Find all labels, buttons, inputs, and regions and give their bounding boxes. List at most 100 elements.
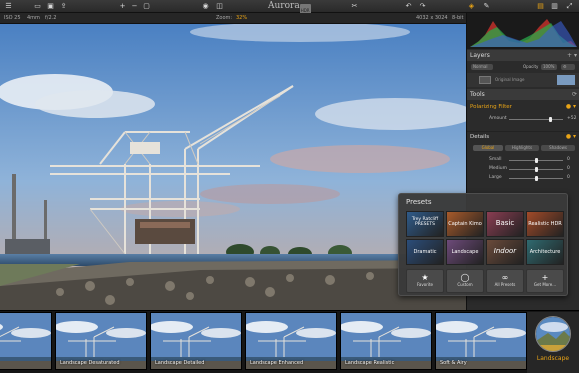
- opacity-label: Opacity: [523, 64, 539, 69]
- top-toolbar: ☰ ▭ ▣ ⇪ + − ▢ ◉ ◫ AuroraHDR ✂ ↶ ↷ ◈ ✎ ▤ …: [0, 0, 579, 17]
- preset-tile-label: Indoor: [493, 247, 517, 255]
- iso-value: ISO 25: [4, 15, 21, 21]
- small-value: 0: [567, 157, 570, 162]
- category-all-presets[interactable]: ∞ All Presets: [486, 269, 524, 293]
- thumb-label: Landscape Enhanced: [250, 360, 304, 366]
- circle-icon: ◯: [460, 273, 470, 282]
- thumb-image: [0, 313, 51, 369]
- category-thumbnail: [535, 316, 571, 352]
- fullscreen-icon[interactable]: ⤢: [565, 2, 574, 11]
- preset-tile-indoor[interactable]: Indoor: [486, 239, 524, 265]
- compare-icon[interactable]: ◫: [215, 2, 224, 11]
- preset-tile-architecture[interactable]: Architecture: [526, 239, 564, 265]
- redo-icon[interactable]: ↷: [418, 2, 427, 11]
- preset-tile-label: Captain Kimo: [448, 221, 482, 227]
- large-slider-knob[interactable]: [535, 176, 538, 181]
- tab-global[interactable]: Global: [473, 145, 503, 151]
- panel-split-icon[interactable]: ▥: [550, 2, 559, 11]
- presets-title: Presets: [406, 198, 432, 206]
- layer-item[interactable]: Original Image: [467, 73, 579, 87]
- filmstrip-thumb[interactable]: Landscape Desaturated: [55, 312, 147, 370]
- category-get-more[interactable]: + Get More...: [526, 269, 564, 293]
- preset-tile-trey-ratcliff[interactable]: Trey Ratcliff PRESETS: [406, 211, 444, 237]
- presets-popup: Presets Trey Ratcliff PRESETS Captain Ki…: [398, 193, 568, 296]
- details-toggle-icon[interactable]: ● ▾: [566, 133, 576, 140]
- brush-icon[interactable]: ✎: [482, 2, 491, 11]
- image-canvas[interactable]: [0, 24, 466, 310]
- layer-thumbnail: [557, 75, 575, 85]
- landscape-thumb-image: [536, 317, 570, 351]
- filter-toggle-icon[interactable]: ● ▾: [566, 103, 576, 110]
- small-slider-knob[interactable]: [535, 158, 538, 163]
- layers-header[interactable]: Layers + ▾: [467, 50, 579, 61]
- thumb-label: Landscape Desaturated: [60, 360, 120, 366]
- app-title: AuroraHDR: [268, 0, 312, 17]
- category-label: Custom: [457, 282, 473, 287]
- bit-depth: 8-bit: [452, 15, 464, 21]
- opacity-value[interactable]: 100%: [541, 64, 557, 70]
- harbor-crane-photo: [0, 24, 466, 310]
- amount-row: Amount +52: [467, 115, 579, 123]
- polarizing-filter-header[interactable]: Polarizing Filter ● ▾: [467, 103, 579, 113]
- large-value: 0: [567, 175, 570, 180]
- layers-icon[interactable]: ◈: [467, 2, 476, 11]
- preset-tile-dramatic[interactable]: Dramatic: [406, 239, 444, 265]
- fit-icon[interactable]: ▢: [142, 2, 151, 11]
- amount-slider-track[interactable]: [509, 119, 563, 120]
- filmstrip-thumb[interactable]: Landscape Detailed: [150, 312, 242, 370]
- preset-tile-label: Trey Ratcliff PRESETS: [411, 217, 439, 227]
- detail-small-row: Small 0: [467, 156, 579, 164]
- blend-mode-select[interactable]: Normal: [471, 64, 493, 70]
- tab-highlights[interactable]: Highlights: [505, 145, 539, 151]
- zoom-out-icon[interactable]: −: [130, 2, 139, 11]
- crop-icon[interactable]: ✂: [350, 2, 359, 11]
- preset-tile-realistic-hdr[interactable]: Realistic HDR: [526, 211, 564, 237]
- category-label: All Presets: [494, 282, 516, 287]
- tools-header[interactable]: Tools ⟳: [467, 89, 579, 100]
- category-label: Landscape: [536, 355, 570, 362]
- layer-name: Original Image: [495, 77, 525, 82]
- layer-controls: Normal Opacity 100% ⚙: [467, 62, 579, 72]
- infinity-icon: ∞: [501, 273, 509, 282]
- undo-icon[interactable]: ↶: [404, 2, 413, 11]
- preset-category-button[interactable]: Landscape: [527, 312, 579, 373]
- amount-slider-knob[interactable]: [549, 117, 553, 122]
- detail-medium-row: Medium 0: [467, 165, 579, 173]
- category-custom[interactable]: ◯ Custom: [446, 269, 484, 293]
- folder-open-icon[interactable]: ▭: [33, 2, 42, 11]
- focal-length-value: 4mm: [27, 15, 40, 21]
- filmstrip-thumb[interactable]: [0, 312, 52, 370]
- filmstrip-thumb[interactable]: Landscape Enhanced: [245, 312, 337, 370]
- details-header[interactable]: Details ● ▾: [467, 131, 579, 141]
- preset-tile-label: Architecture: [529, 249, 561, 255]
- category-favorite[interactable]: ★ Favorite: [406, 269, 444, 293]
- share-icon[interactable]: ⇪: [59, 2, 68, 11]
- tab-shadows[interactable]: Shadows: [541, 145, 575, 151]
- preset-tile-captain-kimo[interactable]: Captain Kimo: [446, 211, 484, 237]
- category-label: Favorite: [417, 282, 433, 287]
- histogram: [467, 13, 579, 49]
- reset-tools-icon[interactable]: ⟳: [572, 89, 577, 100]
- layers-title: Layers: [470, 52, 490, 59]
- filmstrip-thumb[interactable]: Soft & Airy: [435, 312, 527, 370]
- eye-icon[interactable]: ◉: [201, 2, 210, 11]
- medium-slider-knob[interactable]: [535, 167, 538, 172]
- filter-title: Polarizing Filter: [470, 104, 512, 110]
- preset-tile-label: Landscape: [451, 249, 479, 255]
- layer-options[interactable]: ⚙: [561, 64, 575, 70]
- app-title-text: Aurora: [268, 1, 300, 11]
- panel-layout-icon[interactable]: ▤: [536, 2, 545, 11]
- add-layer-icon[interactable]: + ▾: [567, 50, 577, 61]
- menu-icon[interactable]: ☰: [4, 2, 13, 11]
- medium-label: Medium: [489, 166, 507, 171]
- save-icon[interactable]: ▣: [46, 2, 55, 11]
- details-tabs: Global Highlights Shadows: [467, 144, 579, 153]
- preset-tile-label: Realistic HDR: [528, 221, 562, 227]
- thumb-label: Landscape Detailed: [155, 360, 205, 366]
- preset-tile-landscape[interactable]: Landscape: [446, 239, 484, 265]
- medium-value: 0: [567, 166, 570, 171]
- preset-tile-basic[interactable]: Basic: [486, 211, 524, 237]
- zoom-in-icon[interactable]: +: [118, 2, 127, 11]
- filmstrip-thumb[interactable]: Landscape Realistic: [340, 312, 432, 370]
- zoom-value[interactable]: 32%: [236, 13, 247, 24]
